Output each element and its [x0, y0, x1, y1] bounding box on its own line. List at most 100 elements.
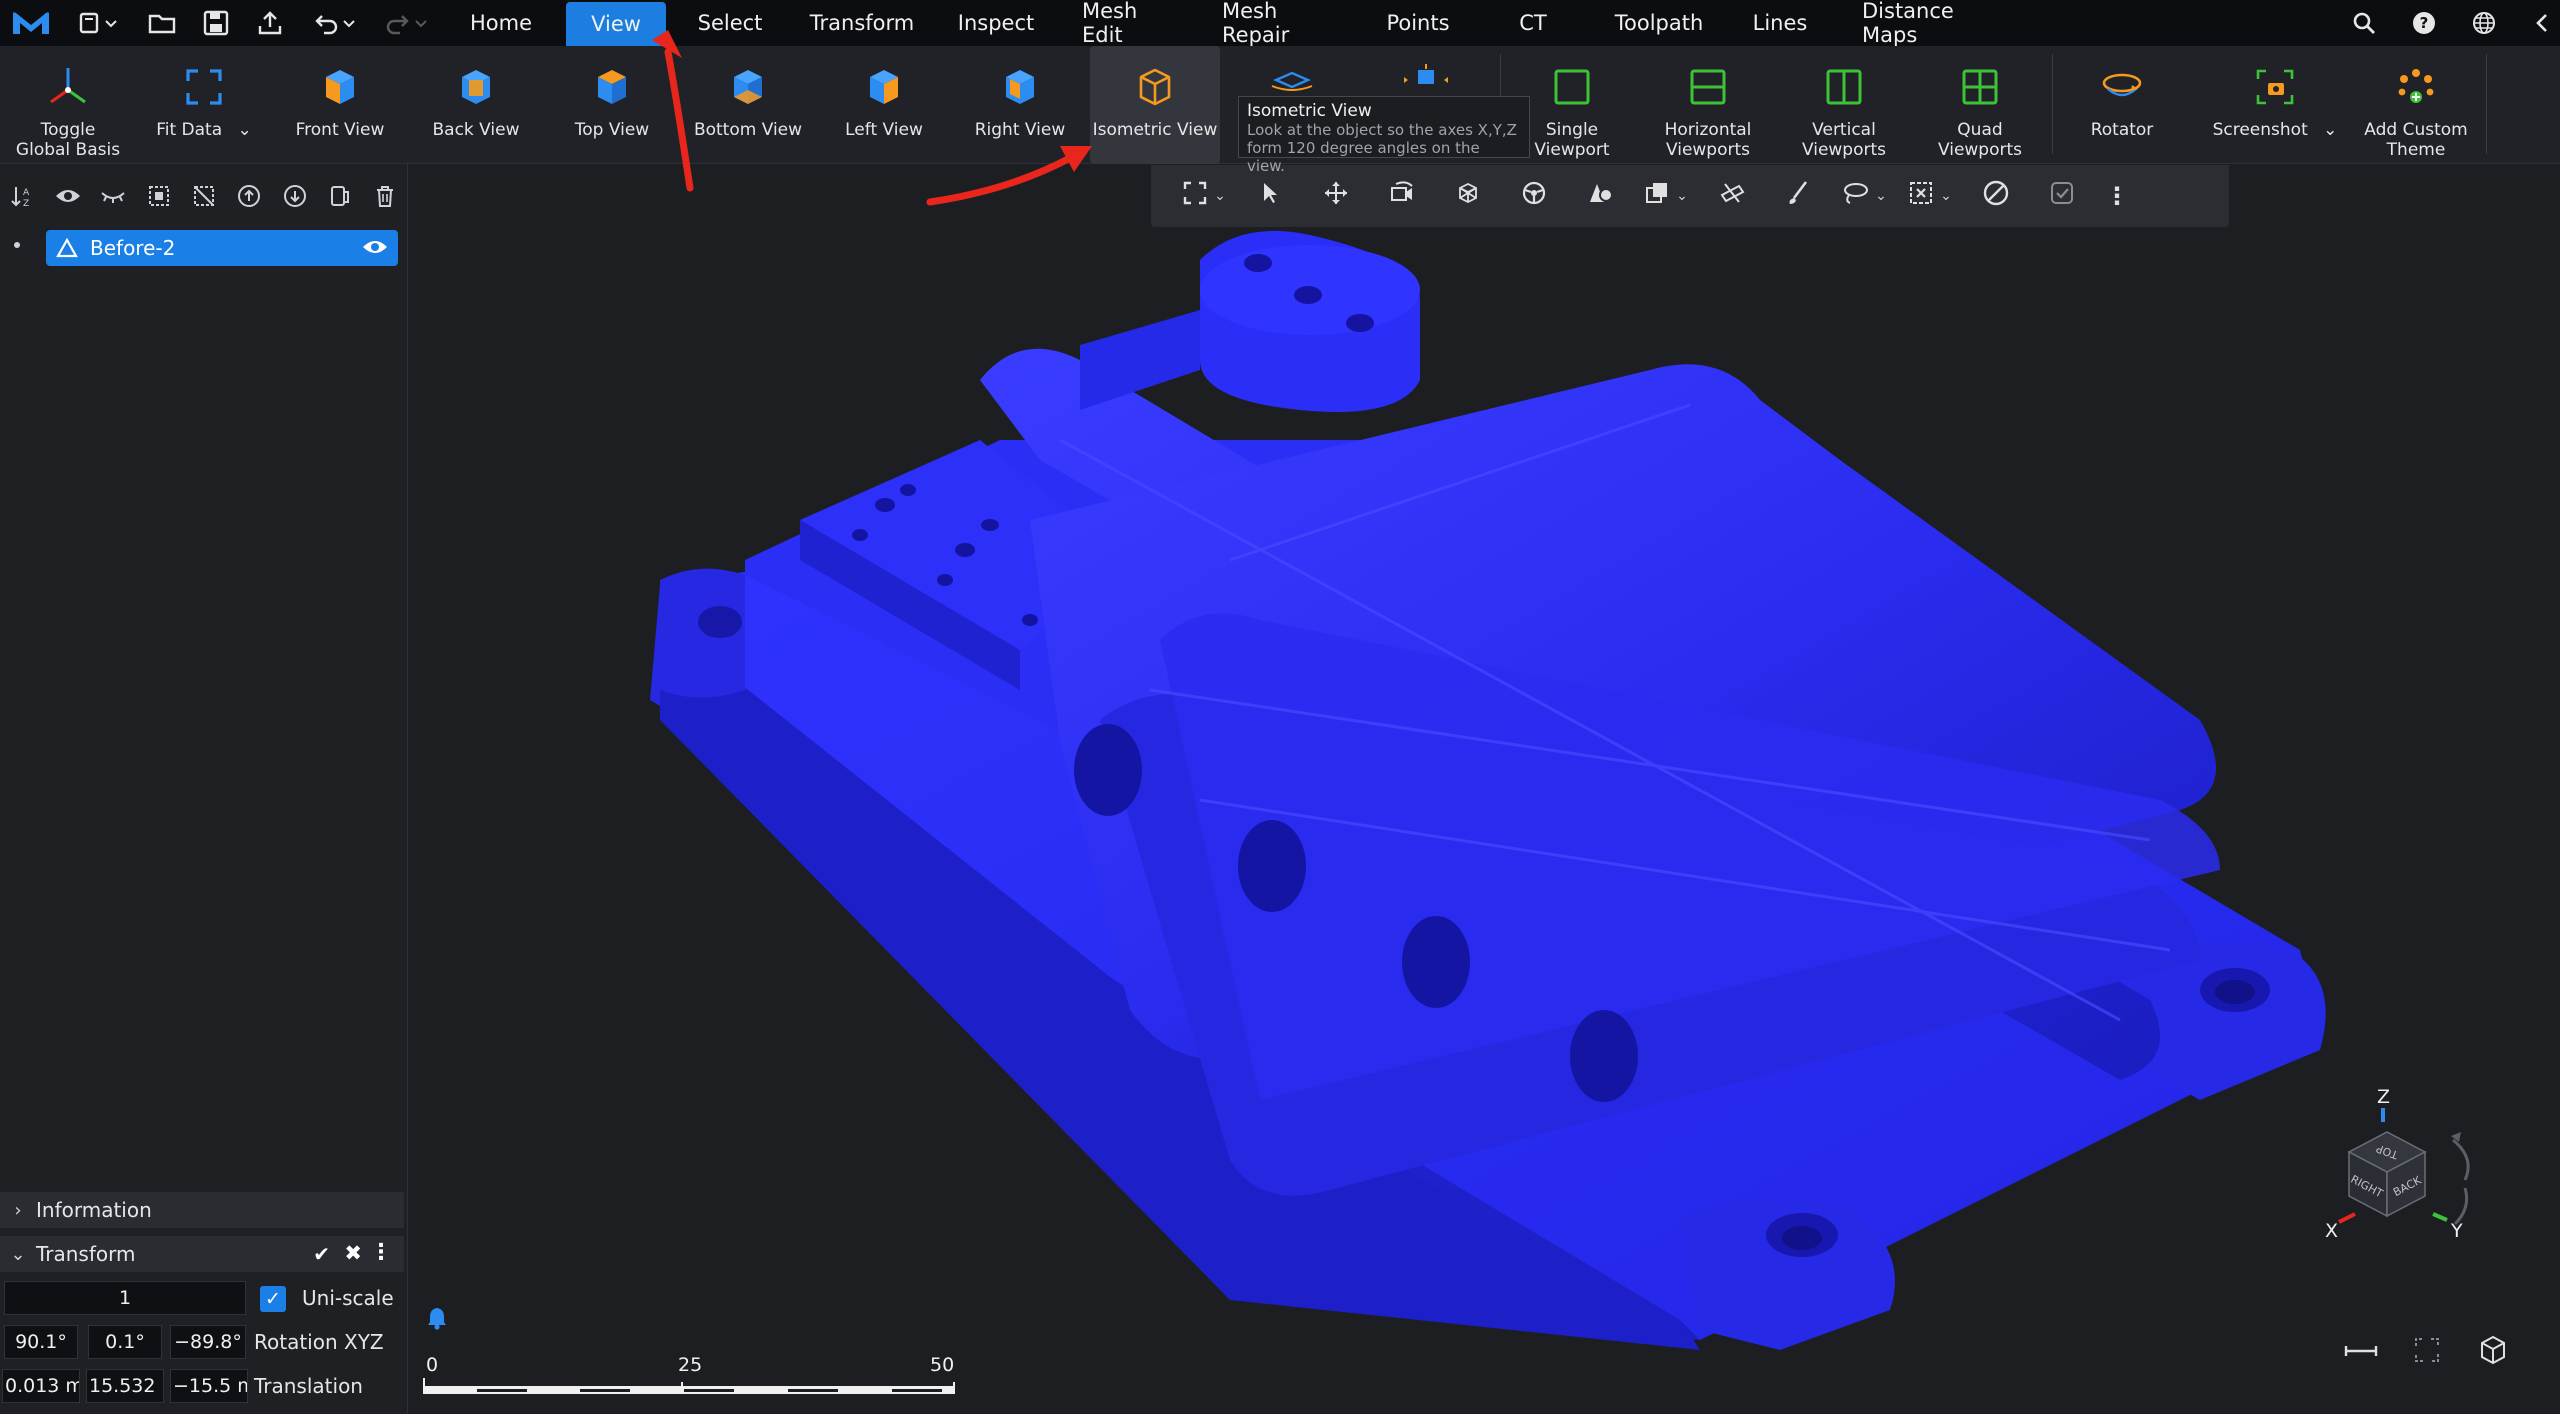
- cut-plane-tool[interactable]: [1699, 171, 1765, 221]
- app-logo-icon[interactable]: [6, 0, 56, 46]
- tree-item-before-2[interactable]: Before-2: [46, 230, 398, 266]
- open-folder-icon[interactable]: [142, 0, 182, 46]
- chevron-down-icon[interactable]: ⌄: [1214, 188, 1226, 204]
- view-pan-icon[interactable]: [1402, 64, 1450, 98]
- tab-inspect[interactable]: Inspect: [948, 0, 1044, 46]
- camera-rotate-tool[interactable]: [1369, 171, 1435, 221]
- sort-icon[interactable]: AZ: [0, 176, 45, 216]
- toggle-global-basis-button[interactable]: Toggle Global Basis: [0, 46, 136, 164]
- select-all-icon[interactable]: [136, 176, 181, 216]
- brush-tool[interactable]: [1765, 171, 1831, 221]
- orientation-cube[interactable]: TOP RIGHT BACK Z X Y: [2325, 1086, 2505, 1258]
- move-up-icon[interactable]: [227, 176, 272, 216]
- front-view-button[interactable]: Front View: [272, 46, 408, 164]
- cube-front-icon: [313, 60, 367, 114]
- more-tools-button[interactable]: ⋮: [2095, 171, 2139, 221]
- tab-transform[interactable]: Transform: [800, 0, 924, 46]
- search-icon[interactable]: [2344, 0, 2384, 46]
- scale-input[interactable]: 1: [4, 1281, 246, 1315]
- vertical-viewports-button[interactable]: Vertical Viewports: [1776, 46, 1912, 164]
- tab-view[interactable]: View: [566, 2, 666, 46]
- ruler-icon[interactable]: [2341, 1336, 2381, 1366]
- left-view-button[interactable]: Left View: [816, 46, 952, 164]
- tab-ct[interactable]: CT: [1508, 0, 1558, 46]
- rotation-x-input[interactable]: 90.1°: [4, 1325, 78, 1359]
- confirm-tool[interactable]: [2029, 171, 2095, 221]
- translation-z-input[interactable]: −15.5 mm: [170, 1369, 248, 1403]
- vertical-viewports-icon: [1817, 60, 1871, 114]
- screenshot-button[interactable]: Screenshot ⌄: [2200, 46, 2350, 164]
- axis-x-label: X: [2325, 1220, 2339, 1242]
- move-down-icon[interactable]: [272, 176, 317, 216]
- wireframe-tool[interactable]: [1435, 171, 1501, 221]
- information-section-header[interactable]: › Information: [0, 1192, 404, 1228]
- transform-section-header[interactable]: ⌄ Transform ✔ ✖ ⋮: [0, 1236, 404, 1272]
- tooltip-description-line2: form 120 degree angles on the view.: [1247, 139, 1480, 175]
- box-deselect-tool[interactable]: ⌄: [1897, 171, 1963, 221]
- delete-icon[interactable]: [363, 176, 408, 216]
- new-file-icon[interactable]: [70, 0, 126, 46]
- clipping-tool[interactable]: ⌄: [1633, 171, 1699, 221]
- show-all-eye-icon[interactable]: [45, 176, 90, 216]
- tab-mesh-edit[interactable]: Mesh Edit: [1068, 0, 1184, 47]
- chevron-down-icon[interactable]: ⌄: [1940, 188, 1952, 204]
- chevron-down-icon[interactable]: ⌄: [2323, 120, 2337, 140]
- bottom-view-button[interactable]: Bottom View: [680, 46, 816, 164]
- rotation-y-input[interactable]: 0.1°: [88, 1325, 162, 1359]
- isometric-view-button[interactable]: Isometric View: [1090, 46, 1220, 164]
- 3d-viewport[interactable]: ⌄ ⌄ ⌄ ⌄ ⋮ TOP RIGHT BACK Z X Y: [409, 164, 2560, 1414]
- more-options-icon[interactable]: ⋮: [370, 1240, 392, 1265]
- chevron-down-icon[interactable]: ⌄: [238, 120, 252, 140]
- steering-tool[interactable]: [1501, 171, 1567, 221]
- pointer-tool[interactable]: [1237, 171, 1303, 221]
- export-icon[interactable]: [250, 0, 290, 46]
- move-tool[interactable]: [1303, 171, 1369, 221]
- add-theme-icon: [2389, 60, 2443, 114]
- tab-mesh-repair[interactable]: Mesh Repair: [1208, 0, 1348, 47]
- horizontal-viewports-button[interactable]: Horizontal Viewports: [1640, 46, 1776, 164]
- add-custom-theme-button[interactable]: Add Custom Theme: [2346, 46, 2486, 164]
- tab-points[interactable]: Points: [1372, 0, 1464, 46]
- uniscale-checkbox[interactable]: ✓: [260, 1286, 286, 1312]
- tab-toolpath[interactable]: Toolpath: [1604, 0, 1714, 46]
- undo-icon[interactable]: [306, 0, 362, 46]
- tab-distance-maps[interactable]: Distance Maps: [1848, 0, 2016, 47]
- rotation-z-input[interactable]: −89.8°: [170, 1325, 246, 1359]
- cancel-x-icon[interactable]: ✖: [344, 1241, 362, 1265]
- duplicate-icon[interactable]: [317, 176, 362, 216]
- right-view-button[interactable]: Right View: [952, 46, 1088, 164]
- collapse-panel-icon[interactable]: [2524, 0, 2560, 46]
- tab-lines[interactable]: Lines: [1740, 0, 1820, 46]
- translation-x-input[interactable]: 0.013 mm: [2, 1369, 80, 1403]
- view-rotate-icon[interactable]: [1268, 64, 1316, 98]
- mesh-model[interactable]: [409, 164, 2560, 1414]
- language-globe-icon[interactable]: [2464, 0, 2504, 46]
- rotation-label: Rotation XYZ: [254, 1330, 384, 1354]
- chevron-down-icon[interactable]: ⌄: [1676, 188, 1688, 204]
- chevron-down-icon[interactable]: ⌄: [1875, 188, 1887, 204]
- clear-selection-tool[interactable]: [1963, 171, 2029, 221]
- back-view-button[interactable]: Back View: [408, 46, 544, 164]
- focus-frame-icon[interactable]: [2407, 1332, 2447, 1368]
- top-view-button[interactable]: Top View: [544, 46, 680, 164]
- deselect-all-icon[interactable]: [181, 176, 226, 216]
- tab-select[interactable]: Select: [688, 0, 772, 46]
- translation-y-input[interactable]: 15.532 mm: [86, 1369, 164, 1403]
- fit-view-tool[interactable]: ⌄: [1171, 171, 1237, 221]
- lasso-tool[interactable]: ⌄: [1831, 171, 1897, 221]
- quad-viewports-button[interactable]: Quad Viewports: [1912, 46, 2048, 164]
- perspective-cube-icon[interactable]: [2473, 1330, 2513, 1370]
- rotate-view-icon: [1388, 180, 1416, 212]
- save-icon[interactable]: [196, 0, 236, 46]
- move-arrows-icon: [1323, 180, 1349, 212]
- rotator-button[interactable]: Rotator: [2054, 46, 2190, 164]
- visibility-eye-icon[interactable]: [362, 238, 388, 260]
- fit-data-button[interactable]: Fit Data ⌄: [136, 46, 272, 164]
- help-icon[interactable]: ?: [2404, 0, 2444, 46]
- notification-bell-icon[interactable]: [417, 1298, 457, 1338]
- shapes-tool[interactable]: [1567, 171, 1633, 221]
- hide-all-icon[interactable]: [91, 176, 136, 216]
- apply-check-icon[interactable]: ✔: [313, 1242, 330, 1266]
- tab-home[interactable]: Home: [462, 0, 540, 46]
- redo-icon[interactable]: [378, 0, 434, 46]
